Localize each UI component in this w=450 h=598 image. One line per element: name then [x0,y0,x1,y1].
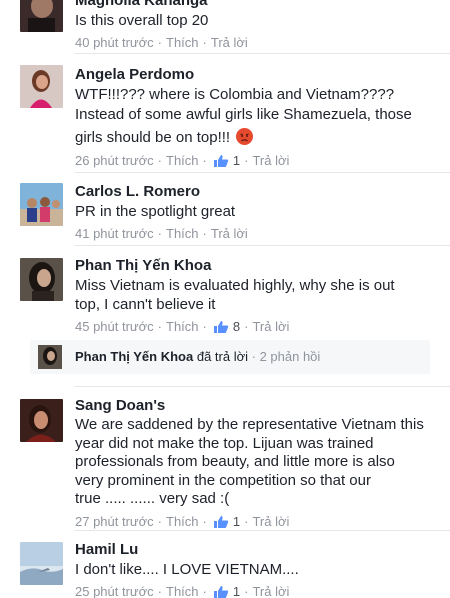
like-count[interactable]: 1 [233,153,240,169]
reply-link[interactable]: Trả lời [252,584,289,598]
comment-author[interactable]: Hamil Lu [75,541,434,559]
comment-text: PR in the spotlight great [75,203,236,220]
comment-text: Is this overall top 20 [75,12,209,29]
like-link[interactable]: Thích [166,226,199,242]
avatar[interactable] [20,65,63,108]
thumbs-up-icon [213,320,229,334]
avatar[interactable] [20,0,63,32]
comment-text: Miss Vietnam is evaluated highly, why sh… [75,277,395,313]
comment-author[interactable]: Phan Thị Yến Khoa [75,257,434,275]
reply-action: đã trả lời [196,349,248,364]
like-link[interactable]: Thích [166,35,199,51]
avatar[interactable] [20,258,63,301]
comment-author[interactable]: Sang Doan's [75,397,434,415]
comment-author[interactable]: Magnolia Kananga [75,0,434,10]
reply-summary-text[interactable]: Phan Thị Yến Khoa đã trả lời · 2 phản hồ… [75,349,320,364]
reply-count[interactable]: 2 phản hồi [260,349,321,364]
divider [75,386,450,387]
reply-link[interactable]: Trả lời [211,226,248,242]
avatar[interactable] [20,183,63,226]
avatar[interactable] [20,542,63,585]
comment-text: We are saddened by the representative Vi… [75,416,424,507]
avatar [38,345,62,369]
comment-meta: 41 phút trước · Thích · Trả lời [75,226,248,242]
comment-meta: 26 phút trước · Thích · 1 · Trả lời [75,153,290,169]
thumbs-up-icon [213,515,229,529]
comment-time: 40 phút trước [75,35,154,50]
comment-author[interactable]: Carlos L. Romero [75,183,434,201]
replies-summary[interactable]: Phan Thị Yến Khoa đã trả lời · 2 phản hồ… [30,340,430,374]
divider [75,172,450,173]
reply-link[interactable]: Trả lời [252,514,289,530]
avatar[interactable] [20,399,63,442]
comment-meta: 27 phút trước · Thích · 1 · Trả lời [75,513,290,530]
divider [75,530,450,531]
divider [75,53,450,54]
like-count[interactable]: 1 [233,584,240,598]
comment-author[interactable]: Angela Perdomo [75,66,434,84]
like-count[interactable]: 1 [233,514,240,530]
divider [75,245,450,246]
comment-time: 27 phút trước [75,513,154,529]
like-link[interactable]: Thích [166,153,199,169]
comment-meta: 45 phút trước · Thích · 8 · Trả lời [75,319,290,335]
like-link[interactable]: Thích [166,319,199,335]
like-link[interactable]: Thích [166,584,199,598]
comment-time: 45 phút trước [75,319,154,334]
comment-time: 41 phút trước [75,226,154,241]
reply-author[interactable]: Phan Thị Yến Khoa [75,349,193,364]
comment-time: 25 phút trước [75,584,154,598]
like-count[interactable]: 8 [233,319,240,335]
thumbs-up-icon [213,585,229,598]
reply-link[interactable]: Trả lời [252,319,289,335]
like-link[interactable]: Thích [166,514,199,530]
comment-text: I don't like.... I LOVE VIETNAM.... [75,561,299,578]
comment-time: 26 phút trước [75,153,154,168]
reply-link[interactable]: Trả lời [252,153,289,169]
comment-meta: 40 phút trước · Thích · Trả lời [75,35,248,51]
reply-link[interactable]: Trả lời [211,35,248,51]
thumbs-up-icon [213,154,229,168]
comment-meta: 25 phút trước · Thích · 1 · Trả lời [75,584,290,598]
comment-text: WTF!!!??? where is Colombia and Vietnam?… [75,86,412,146]
angry-face-emoji [236,128,254,145]
